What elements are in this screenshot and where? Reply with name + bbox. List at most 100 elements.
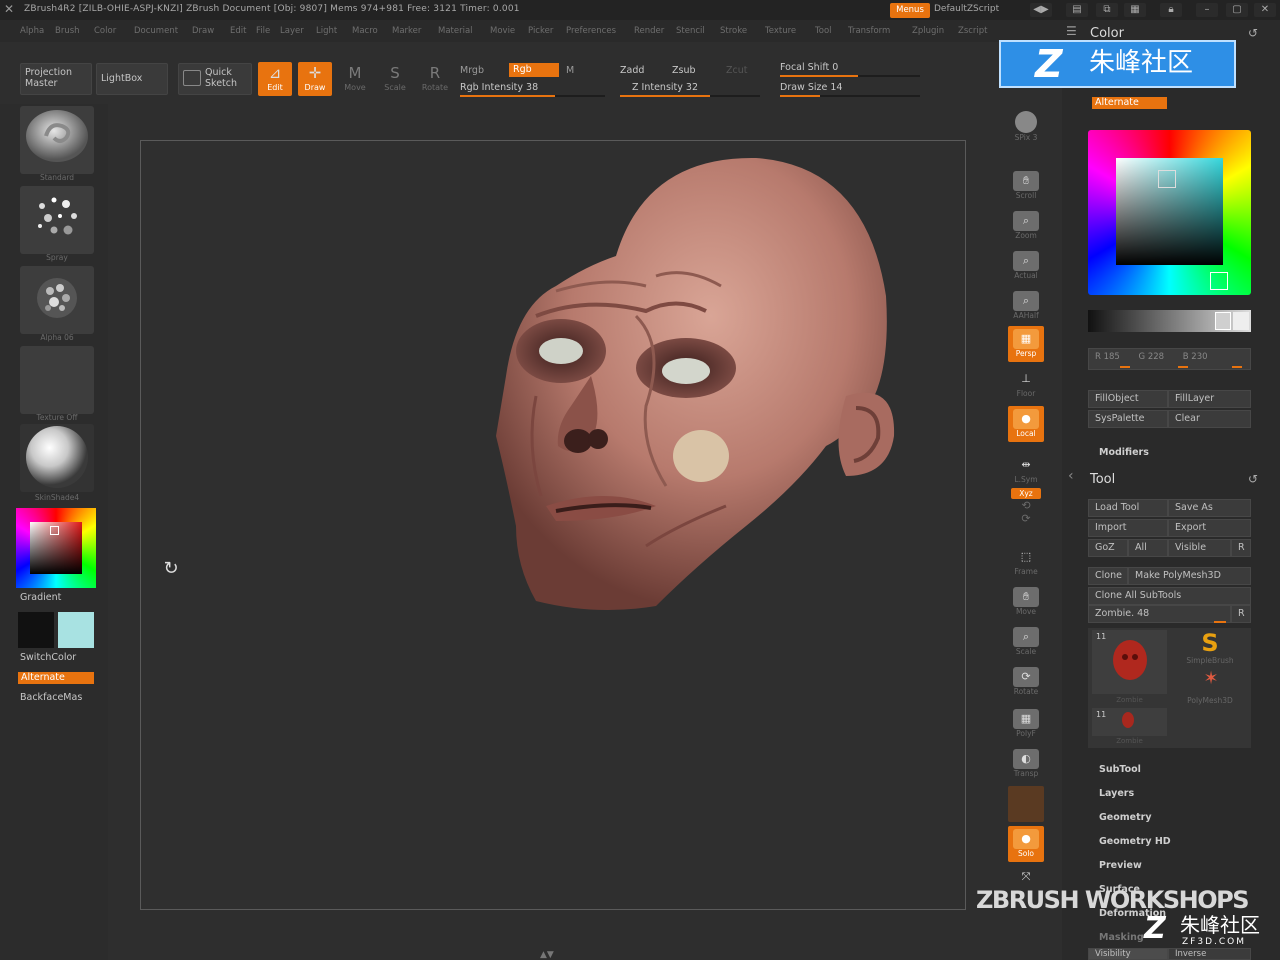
geometry-section[interactable]: Geometry — [1099, 812, 1152, 823]
alpha-thumbnail[interactable] — [20, 266, 94, 334]
tool-panel-arrow-icon[interactable]: ‹ — [1068, 468, 1074, 484]
masking-section[interactable]: Masking — [1099, 932, 1144, 943]
menu-draw[interactable]: Draw — [192, 26, 214, 36]
focal-shift-label[interactable]: Focal Shift 0 — [780, 62, 838, 73]
tool-r-button[interactable]: R — [1231, 605, 1251, 623]
menu-marker[interactable]: Marker — [392, 26, 421, 36]
color-picker-wheel[interactable] — [1088, 130, 1251, 295]
syspalette-button[interactable]: SysPalette — [1088, 410, 1168, 428]
mrgb-toggle[interactable]: Mrgb — [460, 65, 484, 76]
texture-thumbnail[interactable] — [20, 346, 94, 414]
scale-view-button[interactable]: ⌕ Scale — [1008, 624, 1044, 660]
preview-section[interactable]: Preview — [1099, 860, 1142, 871]
small-tool-thumbnail[interactable]: 11 — [1092, 708, 1167, 736]
menu-material[interactable]: Material — [438, 26, 473, 36]
import-button[interactable]: Import — [1088, 519, 1168, 537]
move-view-button[interactable]: ✋︎ Move — [1008, 584, 1044, 620]
script-nav-icon[interactable]: ◀▶ — [1030, 3, 1052, 17]
rgb-sliders[interactable]: R 185 G 228 B 230 — [1088, 348, 1251, 370]
menu-zplugin[interactable]: Zplugin — [912, 26, 944, 36]
menu-document[interactable]: Document — [134, 26, 178, 36]
brush-thumbnail[interactable] — [20, 106, 94, 174]
palette-icon[interactable]: ▦ — [1124, 3, 1146, 17]
lsym-button[interactable]: ⇹ L.Sym — [1008, 452, 1044, 488]
spix-button[interactable]: SPix 3 — [1008, 108, 1044, 144]
zadd-toggle[interactable]: Zadd — [620, 65, 644, 76]
filllayer-button[interactable]: FillLayer — [1168, 390, 1251, 408]
menu-render[interactable]: Render — [634, 26, 664, 36]
lock-icon[interactable]: 🔒︎ — [1160, 3, 1182, 17]
layout-icon[interactable]: ▤ — [1066, 3, 1088, 17]
menu-macro[interactable]: Macro — [352, 26, 378, 36]
b-value[interactable]: B 230 — [1183, 352, 1208, 362]
lightbox-button[interactable]: LightBox — [96, 63, 168, 95]
menu-layer[interactable]: Layer — [280, 26, 304, 36]
menus-button[interactable]: Menus — [890, 3, 930, 18]
simplebrush-icon[interactable]: S — [1188, 628, 1232, 658]
color-panel-title[interactable]: Color — [1090, 26, 1124, 41]
zcut-toggle[interactable]: Zcut — [726, 65, 747, 76]
minimize-icon[interactable]: – — [1196, 3, 1218, 17]
floor-button[interactable]: ⊥ Floor — [1008, 366, 1044, 402]
stroke-thumbnail[interactable] — [20, 186, 94, 254]
bottom-tray-handle-icon[interactable]: ▲▼ — [540, 950, 554, 960]
menu-texture[interactable]: Texture — [765, 26, 796, 36]
close-icon[interactable]: ✕ — [1254, 3, 1276, 17]
rgb-toggle[interactable]: Rgb — [509, 63, 559, 77]
tool-panel-title[interactable]: Tool — [1090, 472, 1115, 487]
all-button[interactable]: All — [1128, 539, 1168, 557]
projection-master-button[interactable]: Projection Master — [20, 63, 92, 95]
alternate-toggle-right[interactable]: Alternate — [1092, 97, 1167, 109]
frame-button[interactable]: ⬚ Frame — [1008, 544, 1044, 580]
switchcolor-button[interactable]: SwitchColor — [20, 652, 76, 663]
menu-brush[interactable]: Brush — [55, 26, 80, 36]
menu-picker[interactable]: Picker — [528, 26, 553, 36]
draw-button[interactable]: ✛ Draw — [298, 62, 332, 96]
material-thumbnail[interactable] — [20, 424, 94, 492]
geometry-hd-section[interactable]: Geometry HD — [1099, 836, 1171, 847]
maximize-icon[interactable]: ▢ — [1226, 3, 1248, 17]
menu-movie[interactable]: Movie — [490, 26, 515, 36]
aahalf-button[interactable]: ⌕ AAHalf — [1008, 288, 1044, 324]
menu-color[interactable]: Color — [94, 26, 116, 36]
menu-stroke[interactable]: Stroke — [720, 26, 747, 36]
make-polymesh-button[interactable]: Make PolyMesh3D — [1128, 567, 1251, 585]
transp-button[interactable]: ◐ Transp — [1008, 746, 1044, 782]
draw-size-label[interactable]: Draw Size 14 — [780, 82, 842, 93]
zsub-toggle[interactable]: Zsub — [672, 65, 696, 76]
clear-button[interactable]: Clear — [1168, 410, 1251, 428]
menu-file[interactable]: File — [256, 26, 270, 36]
actual-button[interactable]: ⌕ Actual — [1008, 248, 1044, 284]
main-color-swatch[interactable] — [18, 612, 54, 648]
export-button[interactable]: Export — [1168, 519, 1251, 537]
default-zscript-label[interactable]: DefaultZScript — [934, 4, 999, 14]
z-intensity-label[interactable]: Z Intensity 32 — [632, 82, 698, 93]
g-value[interactable]: G 228 — [1139, 352, 1165, 362]
r-value[interactable]: R 185 — [1095, 352, 1120, 362]
backfacemask-toggle[interactable]: BackfaceMas — [20, 692, 82, 703]
clone-button[interactable]: Clone — [1088, 567, 1128, 585]
tray-menu-icon[interactable]: ☰ — [1066, 24, 1077, 38]
polyf-button[interactable]: ▦ PolyF — [1008, 706, 1044, 742]
tool-panel-reset-icon[interactable]: ↺ — [1248, 472, 1258, 486]
m-toggle[interactable]: M — [566, 65, 574, 76]
menu-zscript[interactable]: Zscript — [958, 26, 988, 36]
save-as-button[interactable]: Save As — [1168, 499, 1251, 517]
document-canvas[interactable] — [140, 140, 966, 910]
rotate-button[interactable]: R Rotate — [418, 62, 452, 96]
visible-button[interactable]: Visible — [1168, 539, 1231, 557]
menu-tool[interactable]: Tool — [815, 26, 832, 36]
zoom-button[interactable]: ⌕ Zoom — [1008, 208, 1044, 244]
menu-preferences[interactable]: Preferences — [566, 26, 616, 36]
scale-button[interactable]: S Scale — [378, 62, 412, 96]
fillobject-button[interactable]: FillObject — [1088, 390, 1168, 408]
secondary-color-swatch[interactable] — [58, 612, 94, 648]
solo-button[interactable]: ● Solo — [1008, 826, 1044, 862]
menu-alpha[interactable]: Alpha — [20, 26, 44, 36]
goz-r-button[interactable]: R — [1231, 539, 1251, 557]
alternate-toggle-left[interactable]: Alternate — [18, 672, 94, 684]
zombie-head-model[interactable] — [496, 146, 896, 616]
polymesh3d-icon[interactable]: ✶ — [1196, 668, 1226, 690]
grayscale-slider[interactable] — [1088, 310, 1251, 332]
load-tool-button[interactable]: Load Tool — [1088, 499, 1168, 517]
